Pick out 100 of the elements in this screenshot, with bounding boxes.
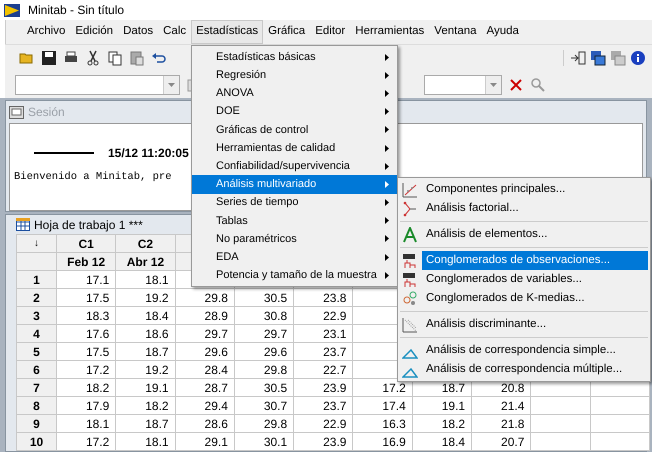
submenu-arrow-icon: [385, 272, 389, 279]
table-cell: 23.7: [294, 396, 353, 414]
menu-item[interactable]: Análisis de correspondencia múltiple...: [422, 360, 648, 379]
cut-icon[interactable]: [85, 50, 101, 66]
paste-icon[interactable]: [129, 50, 145, 66]
menu-item[interactable]: DOE: [192, 102, 397, 121]
table-cell: 18.1: [116, 432, 176, 450]
row-header: 7: [16, 378, 56, 396]
table-cell: 18.1: [56, 414, 116, 432]
table-cell: 29.8: [175, 288, 234, 306]
session-icon: [9, 106, 24, 118]
table-cell: 16.9: [352, 432, 412, 450]
table-cell: 29.1: [175, 432, 234, 450]
menu-bar-item[interactable]: Calc: [158, 20, 192, 44]
menu-bar-item[interactable]: Datos: [118, 20, 158, 44]
scatter-plot-icon: [402, 182, 418, 198]
row-header: 6: [16, 360, 56, 378]
table-cell: 19.1: [412, 396, 472, 414]
menu-item[interactable]: Análisis factorial...: [422, 199, 648, 218]
table-cell: 17.1: [56, 270, 116, 288]
dendrogram-icon: [402, 272, 418, 288]
table-cell: 18.2: [412, 414, 472, 432]
clusters-icon: [402, 290, 418, 306]
table-cell: 19.2: [116, 288, 176, 306]
discriminant-plot-icon: [402, 316, 418, 332]
menu-item[interactable]: Potencia y tamaño de la muestra: [192, 266, 397, 284]
menu-item[interactable]: Componentes principales...: [422, 180, 648, 199]
windows-icon[interactable]: [590, 50, 606, 66]
copy-icon[interactable]: [107, 50, 123, 66]
submenu-arrow-icon: [385, 126, 389, 134]
menu-bar-item[interactable]: Estadísticas: [191, 20, 264, 44]
menu-bar-item[interactable]: Gráfica: [263, 20, 310, 44]
menu-bar-item[interactable]: Archivo: [22, 20, 70, 44]
menu-bar-item[interactable]: Edición: [70, 20, 118, 44]
submenu-arrow-icon: [385, 162, 389, 170]
table-cell: 18.7: [116, 342, 176, 360]
menu-item[interactable]: Análisis multivariado: [192, 175, 397, 194]
menu-item[interactable]: Gráficas de control: [192, 120, 397, 139]
factor-plot-icon: [402, 200, 418, 216]
column-header: ↓: [16, 234, 56, 252]
table-cell: 18.6: [116, 324, 176, 342]
window-title: Minitab - Sin título: [28, 2, 124, 19]
close-icon[interactable]: [508, 76, 524, 92]
submenu-arrow-icon: [385, 254, 389, 261]
menu-item[interactable]: Confiabilidad/supervivencia: [192, 157, 397, 176]
submenu-arrow-icon: [385, 72, 389, 79]
menu-item[interactable]: No paramétricos: [192, 230, 397, 248]
table-cell: 30.5: [234, 378, 294, 396]
info-icon[interactable]: [630, 50, 646, 66]
menu-bar-item[interactable]: Ventana: [429, 20, 482, 44]
menu-item[interactable]: Conglomerados de variables...: [422, 270, 648, 289]
table-cell: 30.5: [234, 288, 294, 306]
table-cell: 19.1: [116, 378, 176, 396]
table-cell: 30.8: [234, 306, 294, 324]
row-header: 1: [16, 270, 56, 288]
menu-item[interactable]: Series de tiempo: [192, 194, 397, 212]
save-icon[interactable]: [41, 50, 57, 66]
menu-bar-item[interactable]: Editor: [310, 20, 350, 44]
table-cell: 28.7: [175, 378, 234, 396]
table-cell: 17.9: [56, 396, 116, 414]
menu-item[interactable]: Análisis de correspondencia simple...: [422, 341, 648, 360]
menu-item[interactable]: ANOVA: [192, 84, 397, 103]
table-cell: 29.7: [175, 324, 234, 342]
submenu-arrow-icon: [385, 217, 389, 224]
table-cell: 18.1: [116, 270, 176, 288]
dropdown-field[interactable]: [15, 74, 180, 94]
menu-item[interactable]: Herramientas de calidad: [192, 138, 397, 158]
table-cell: 19.2: [116, 360, 176, 378]
submenu-arrow-icon: [385, 199, 389, 206]
app-logo-icon: [4, 4, 20, 16]
table-cell: 22.9: [294, 306, 353, 324]
table-cell: 18.2: [56, 378, 116, 396]
menu-item[interactable]: Tablas: [192, 212, 397, 230]
table-cell: 17.2: [56, 360, 116, 378]
menu-bar-item[interactable]: Herramientas: [350, 20, 430, 44]
table-cell: 21.8: [472, 414, 531, 432]
table-cell: 23.8: [294, 288, 353, 306]
row-header: 2: [16, 288, 56, 306]
undo-icon[interactable]: [151, 50, 167, 66]
menu-item[interactable]: Conglomerados de observaciones...: [422, 251, 648, 270]
table-cell: 29.8: [234, 360, 294, 378]
menu-item[interactable]: Análisis de elementos...: [422, 225, 648, 244]
menu-item[interactable]: Análisis discriminante...: [422, 315, 648, 334]
dropdown-field[interactable]: [424, 74, 502, 94]
row-header: 4: [16, 324, 56, 342]
dendrogram-icon: [402, 252, 418, 268]
table-cell: 28.4: [175, 360, 234, 378]
menu-item[interactable]: EDA: [192, 248, 397, 266]
arrow-into-document-icon[interactable]: [570, 50, 586, 66]
table-cell: 22.7: [294, 360, 353, 378]
row-header: 9: [16, 414, 56, 432]
menu-bar-item[interactable]: Ayuda: [482, 20, 524, 44]
menu-item[interactable]: Regresión: [192, 66, 397, 84]
table-cell: 29.4: [175, 396, 234, 414]
table-cell: 29.6: [175, 342, 234, 360]
submenu-arrow-icon: [385, 180, 389, 188]
table-cell: 29.8: [234, 414, 294, 432]
table-cell: 18.2: [116, 396, 176, 414]
row-header: 5: [16, 342, 56, 360]
menu-item[interactable]: Conglomerados de K-medias...: [422, 289, 648, 308]
